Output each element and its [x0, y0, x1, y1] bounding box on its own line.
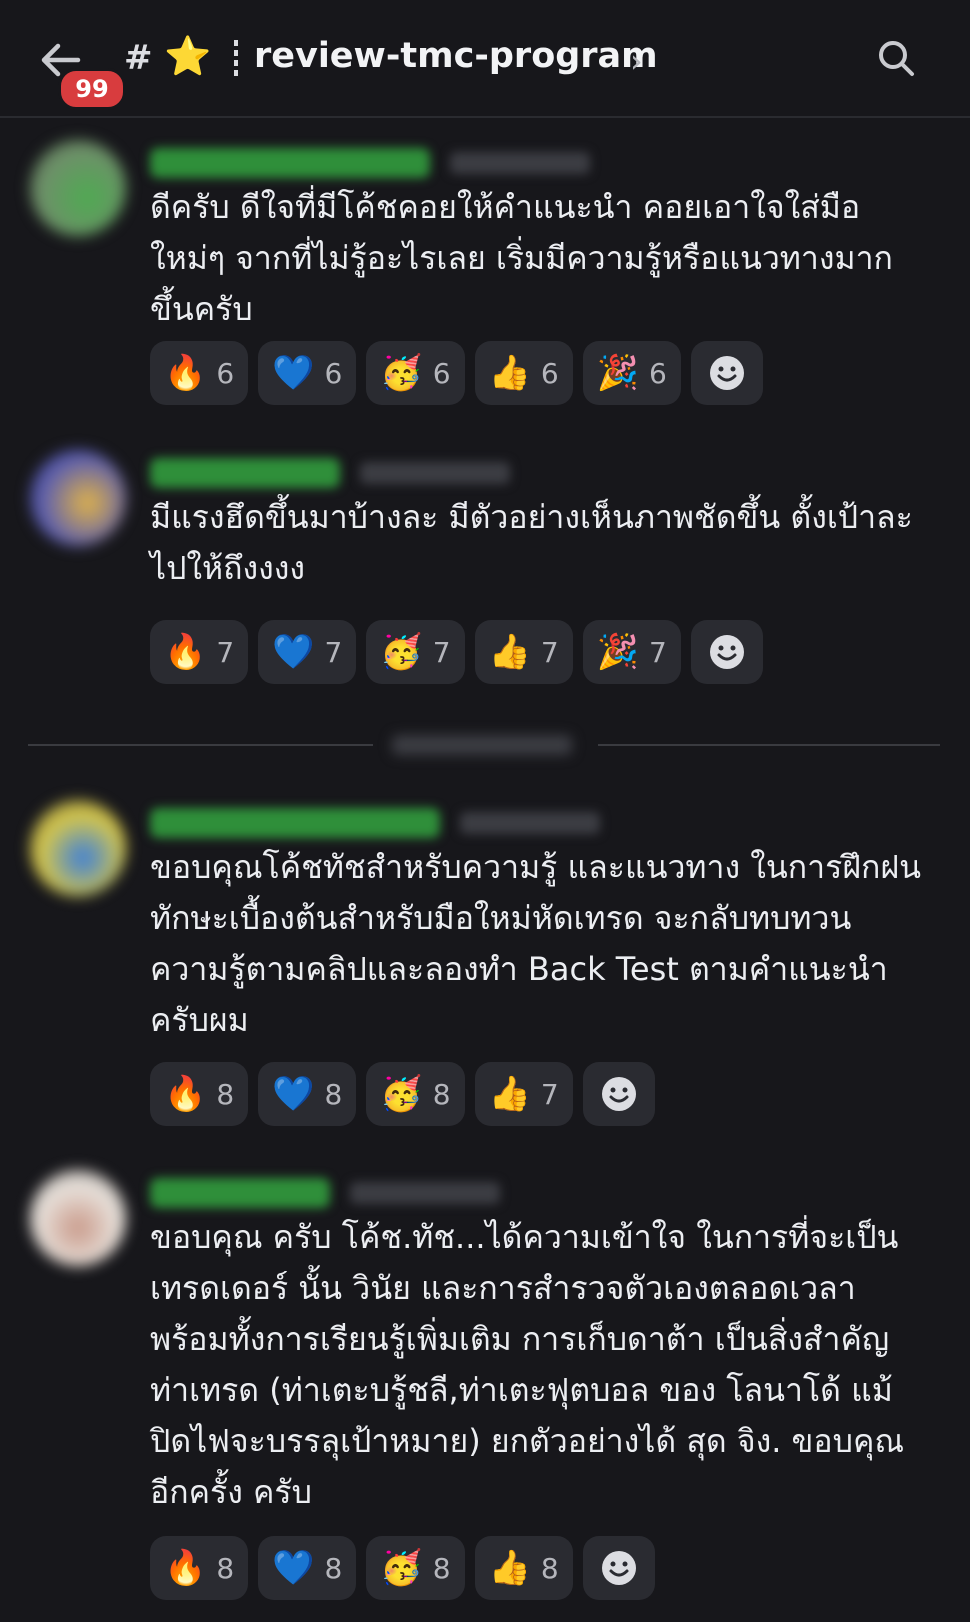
avatar[interactable]	[30, 140, 126, 236]
reaction-party-popper[interactable]: 🎉 6	[582, 341, 681, 405]
reaction-partying-face[interactable]: 🥳 7	[366, 620, 465, 684]
reaction-count: 6	[432, 356, 451, 390]
add-reaction-icon	[709, 356, 744, 390]
thumbs-up-icon: 👍	[488, 632, 531, 672]
message-text: มีแรงฮึดขึ้นมาบ้างละ มีตัวอย่างเห็นภาพชั…	[150, 498, 913, 587]
username[interactable]	[150, 1178, 330, 1208]
message-text: ขอบคุณโค้ชทัชสำหรับความรู้ และแนวทาง ในก…	[150, 848, 922, 1039]
reaction-blue-heart[interactable]: 💙 8	[258, 1062, 357, 1126]
thumbs-up-icon: 👍	[488, 353, 531, 393]
partying-face-icon: 🥳	[380, 1074, 423, 1114]
reaction-bar: 🔥 8 💙 8 🥳 8 👍 7	[150, 1062, 655, 1126]
timestamp	[350, 1182, 500, 1204]
reaction-partying-face[interactable]: 🥳 6	[366, 341, 465, 405]
add-reaction-button[interactable]	[582, 1536, 655, 1600]
thumbs-up-icon: 👍	[488, 1074, 531, 1114]
blue-heart-icon: 💙	[272, 632, 315, 672]
reaction-blue-heart[interactable]: 💙 7	[258, 620, 357, 684]
reaction-count: 8	[432, 1551, 451, 1585]
add-reaction-icon	[601, 1551, 636, 1585]
reaction-count: 7	[324, 635, 343, 669]
star-icon: ⭐	[164, 34, 212, 78]
reaction-bar: 🔥 7 💙 7 🥳 7 👍 7 🎉 7	[150, 620, 763, 684]
reaction-thumbs-up[interactable]: 👍 7	[474, 620, 573, 684]
reaction-fire[interactable]: 🔥 6	[150, 341, 249, 405]
reaction-count: 8	[216, 1551, 235, 1585]
channel-header: 99 # ⭐ review-tmc-program ›	[0, 0, 970, 118]
reaction-fire[interactable]: 🔥 8	[150, 1536, 249, 1600]
party-popper-icon: 🎉	[596, 632, 640, 672]
timestamp	[450, 152, 590, 174]
reaction-thumbs-up[interactable]: 👍 6	[474, 341, 573, 405]
reaction-count: 8	[216, 1077, 235, 1111]
blue-heart-icon: 💙	[272, 353, 315, 393]
reaction-blue-heart[interactable]: 💙 6	[258, 341, 357, 405]
add-reaction-icon	[601, 1077, 636, 1111]
reaction-count: 6	[649, 356, 667, 390]
add-reaction-button[interactable]	[582, 1062, 655, 1126]
fire-icon: 🔥	[164, 1548, 207, 1588]
timestamp	[460, 812, 600, 834]
reaction-count: 8	[540, 1551, 559, 1585]
reaction-bar: 🔥 8 💙 8 🥳 8 👍 8	[150, 1536, 655, 1600]
reaction-fire[interactable]: 🔥 8	[150, 1062, 249, 1126]
text-channel-icon: #	[124, 38, 153, 78]
username[interactable]	[150, 808, 440, 838]
date-divider-left	[28, 744, 373, 746]
reaction-fire[interactable]: 🔥 7	[150, 620, 249, 684]
party-popper-icon: 🎉	[596, 353, 640, 393]
blue-heart-icon: 💙	[272, 1548, 315, 1588]
search-icon	[879, 41, 914, 76]
reaction-count: 8	[324, 1077, 343, 1111]
avatar[interactable]	[30, 800, 126, 896]
avatar[interactable]	[30, 450, 126, 546]
reaction-count: 7	[649, 635, 667, 669]
add-reaction-button[interactable]	[690, 341, 763, 405]
message-text: ดีครับ ดีใจที่มีโค้ชคอยให้คำแนะนำ คอยเอา…	[150, 188, 893, 328]
message-text: ขอบคุณ ครับ โค้ช.ทัช...ได้ความเข้าใจ ในก…	[150, 1218, 905, 1511]
reaction-count: 6	[324, 356, 343, 390]
username[interactable]	[150, 148, 430, 178]
blue-heart-icon: 💙	[272, 1074, 315, 1114]
search-button[interactable]	[876, 38, 916, 78]
reaction-count: 7	[540, 635, 559, 669]
reaction-count: 6	[540, 356, 559, 390]
reaction-party-popper[interactable]: 🎉 7	[582, 620, 681, 684]
reaction-partying-face[interactable]: 🥳 8	[366, 1536, 465, 1600]
reaction-count: 8	[324, 1551, 343, 1585]
partying-face-icon: 🥳	[380, 1548, 423, 1588]
reaction-count: 7	[216, 635, 235, 669]
reaction-count: 7	[540, 1077, 559, 1111]
date-divider-right	[598, 744, 940, 746]
unread-badge: 99	[58, 68, 126, 110]
date-divider-label	[392, 735, 572, 755]
fire-icon: 🔥	[164, 632, 207, 672]
username[interactable]	[150, 458, 340, 488]
reaction-count: 7	[432, 635, 451, 669]
thumbs-up-icon: 👍	[488, 1548, 531, 1588]
add-reaction-button[interactable]	[690, 620, 763, 684]
reaction-thumbs-up[interactable]: 👍 8	[474, 1536, 573, 1600]
channel-name[interactable]: review-tmc-program	[254, 36, 658, 76]
reaction-blue-heart[interactable]: 💙 8	[258, 1536, 357, 1600]
reaction-count: 6	[216, 356, 235, 390]
avatar[interactable]	[30, 1170, 126, 1266]
timestamp	[360, 462, 510, 484]
partying-face-icon: 🥳	[380, 353, 423, 393]
reaction-bar: 🔥 6 💙 6 🥳 6 👍 6 🎉 6	[150, 341, 763, 405]
reaction-thumbs-up[interactable]: 👍 7	[474, 1062, 573, 1126]
reaction-partying-face[interactable]: 🥳 8	[366, 1062, 465, 1126]
partying-face-icon: 🥳	[380, 632, 423, 672]
fire-icon: 🔥	[164, 1074, 207, 1114]
fire-icon: 🔥	[164, 353, 207, 393]
add-reaction-icon	[709, 635, 744, 669]
channel-separator	[234, 40, 238, 76]
reaction-count: 8	[432, 1077, 451, 1111]
chevron-right-icon[interactable]: ›	[630, 42, 643, 80]
